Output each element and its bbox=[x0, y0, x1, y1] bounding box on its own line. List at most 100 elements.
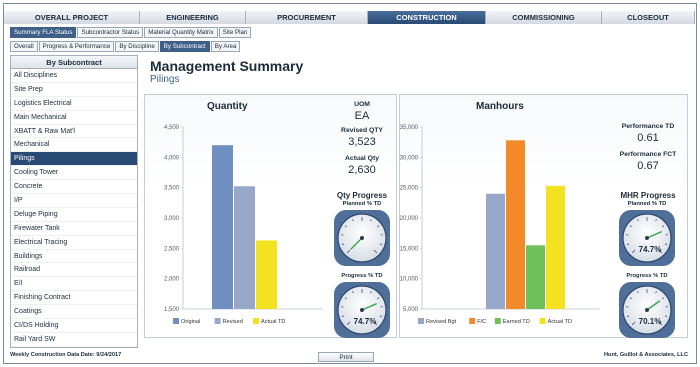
mhr-progress-gauge-icon: 70.1% bbox=[619, 282, 675, 338]
gauge-value: 70.1% bbox=[639, 317, 662, 326]
sidebar-item-deluge-piping[interactable]: Deluge Piping bbox=[11, 208, 137, 222]
tab-commissioning[interactable]: COMMISSIONING bbox=[486, 11, 602, 24]
bar-actual-td bbox=[256, 240, 277, 309]
sidebar-item-all-disciplines[interactable]: All Disciplines bbox=[11, 69, 137, 83]
y-tick-label: 35,000 bbox=[400, 125, 419, 131]
legend-swatch bbox=[173, 318, 179, 324]
qty-planned-gauge-icon bbox=[334, 210, 390, 266]
gauge-value: 74.7% bbox=[354, 317, 377, 326]
mhr-planned-gauge-icon: 74.7% bbox=[619, 210, 675, 266]
viewtab-by-area[interactable]: By Area bbox=[210, 41, 241, 52]
sidebar-item-mechanical[interactable]: Mechanical bbox=[11, 138, 137, 153]
sidebar-item-rail-yard-sw[interactable]: Rail Yard SW bbox=[11, 333, 137, 347]
actual-qty-value: 2,630 bbox=[348, 164, 376, 176]
tab-construction[interactable]: CONSTRUCTION bbox=[368, 11, 486, 24]
y-tick-label: 4,000 bbox=[164, 155, 180, 161]
page-subtitle: Pilings bbox=[150, 74, 180, 85]
qty-progress-caption: Progress % TD bbox=[341, 273, 383, 279]
viewtab-progress-performance[interactable]: Progress & Performance bbox=[38, 41, 115, 52]
gauge-value: 74.7% bbox=[639, 245, 662, 254]
sidebar-item-main-mechanical[interactable]: Main Mechanical bbox=[11, 111, 137, 125]
gauge-hub bbox=[360, 236, 364, 240]
viewtab-by-discipline[interactable]: By Discipline bbox=[115, 41, 159, 52]
top-nav: OVERALL PROJECT ENGINEERING PROCUREMENT CON… bbox=[4, 11, 695, 24]
bar-revised bbox=[234, 186, 255, 309]
y-tick-label: 1,500 bbox=[164, 307, 180, 313]
sidebar: By Subcontract All Disciplines Site Prep L… bbox=[10, 55, 138, 348]
quantity-panel: Quantity 1,500 2,000 2,500 3,000 3,500 4,000 4… bbox=[144, 94, 397, 338]
legend-label: Actual TD bbox=[261, 319, 285, 325]
uom-label: UOM bbox=[354, 101, 370, 108]
perf-fct-label: Performance FCT bbox=[619, 151, 677, 158]
sidebar-item-concrete[interactable]: Concrete bbox=[11, 180, 137, 195]
sidebar-item-buildings[interactable]: Buildings bbox=[11, 250, 137, 264]
sidebar-item-logistics-electrical[interactable]: Logistics Electrical bbox=[11, 97, 137, 111]
manhours-title: Manhours bbox=[476, 101, 524, 112]
legend-label: Actual TD bbox=[548, 319, 572, 325]
sidebar-item-coatings[interactable]: Coatings bbox=[11, 305, 137, 320]
subtab-site-plan[interactable]: Site Plan bbox=[218, 27, 252, 38]
legend-label: Original bbox=[181, 319, 200, 325]
gauge-hub bbox=[645, 236, 649, 240]
sidebar-item-site-prep[interactable]: Site Prep bbox=[11, 83, 137, 97]
legend-label: Revised bbox=[223, 319, 243, 325]
qty-progress-title: Qty Progress bbox=[336, 191, 388, 200]
subtab-subcontractor-status[interactable]: Subcontractor Status bbox=[77, 27, 144, 38]
viewtab-by-subcontract[interactable]: By Subcontract bbox=[159, 41, 210, 52]
qty-progress-gauge-icon: 74.7% bbox=[334, 282, 390, 338]
y-tick-label: 3,500 bbox=[164, 186, 180, 192]
bar-revised-bgt bbox=[486, 193, 505, 309]
manhours-panel: Manhours 5,000 10,000 15,000 20,000 25,000 30… bbox=[399, 94, 688, 338]
sidebar-list: All Disciplines Site Prep Logistics Electr… bbox=[11, 69, 137, 347]
revised-qty-value: 3,523 bbox=[348, 136, 376, 148]
actual-qty-label: Actual Qty bbox=[345, 155, 379, 162]
y-tick-label: 3,000 bbox=[164, 216, 180, 222]
bar-actual-td bbox=[546, 185, 565, 309]
legend-swatch bbox=[214, 318, 221, 324]
legend-swatch bbox=[418, 318, 424, 324]
legend-swatch bbox=[469, 318, 476, 324]
sidebar-item-xbatt-raw-mat-l[interactable]: XBATT & Raw Mat'l bbox=[11, 125, 137, 139]
tab-procurement[interactable]: PROCUREMENT bbox=[246, 11, 368, 24]
tab-overall-project[interactable]: OVERALL PROJECT bbox=[4, 11, 140, 24]
subtab-summary-fla-status[interactable]: Summary FLA Status bbox=[10, 27, 77, 38]
sidebar-item-ci-ds-holding[interactable]: CI/DS Holding bbox=[11, 319, 137, 333]
tab-closeout[interactable]: CLOSEOUT bbox=[602, 11, 695, 24]
tab-engineering[interactable]: ENGINEERING bbox=[140, 11, 246, 24]
revised-qty-label: Revised QTY bbox=[341, 127, 383, 134]
mhr-progress-caption: Progress % TD bbox=[626, 273, 668, 279]
perf-fct-value: 0.67 bbox=[637, 160, 659, 172]
sidebar-item-finishing-contract[interactable]: Finishing Contract bbox=[11, 291, 137, 306]
y-tick-label: 2,500 bbox=[164, 246, 180, 252]
y-tick-label: 20,000 bbox=[400, 216, 419, 222]
manhours-chart: 5,000 10,000 15,000 20,000 25,000 30,000 35,00… bbox=[400, 125, 600, 325]
sidebar-item-i-p[interactable]: I/P bbox=[11, 194, 137, 208]
sidebar-item-pilings[interactable]: Pilings bbox=[11, 152, 137, 167]
bar-f-c bbox=[506, 140, 525, 309]
mhr-planned-caption: Planned % TD bbox=[627, 201, 667, 207]
sidebar-item-railroad[interactable]: Railroad bbox=[11, 263, 137, 278]
y-tick-label: 25,000 bbox=[400, 186, 419, 192]
bar-original bbox=[212, 145, 233, 309]
viewtab-overall[interactable]: Overall bbox=[10, 41, 38, 52]
qty-planned-caption: Planned % TD bbox=[342, 201, 382, 207]
gauge-hub bbox=[645, 308, 649, 312]
legend-label: Earned TD bbox=[503, 319, 530, 325]
legend-label: F/C bbox=[477, 319, 486, 325]
perf-td-label: Performance TD bbox=[621, 123, 675, 130]
sidebar-item-electrical-tracing[interactable]: Electrical Tracing bbox=[11, 236, 137, 250]
sidebar-item-cooling-tower[interactable]: Cooling Tower bbox=[11, 166, 137, 181]
sidebar-title: By Subcontract bbox=[11, 56, 137, 69]
sub-nav: Summary FLA Status Subcontractor Status Ma… bbox=[10, 27, 252, 38]
gauge-hub bbox=[360, 308, 364, 312]
y-tick-label: 15,000 bbox=[400, 246, 419, 252]
y-tick-label: 2,000 bbox=[164, 277, 180, 283]
subtab-material-quantity-matrix[interactable]: Material Quantity Matrix bbox=[144, 27, 218, 38]
quantity-chart: 1,500 2,000 2,500 3,000 3,500 4,000 4,500 Origi… bbox=[164, 125, 323, 325]
sidebar-item-firewater-tank[interactable]: Firewater Tank bbox=[11, 222, 137, 236]
view-nav: Overall Progress & Performance By Discipli… bbox=[10, 41, 241, 52]
sidebar-item-e-i[interactable]: E/I bbox=[11, 277, 137, 292]
y-tick-label: 5,000 bbox=[403, 307, 419, 313]
print-button[interactable]: Print bbox=[318, 352, 374, 362]
company-name: Hunt, Guillot & Associates, LLC bbox=[603, 352, 688, 358]
